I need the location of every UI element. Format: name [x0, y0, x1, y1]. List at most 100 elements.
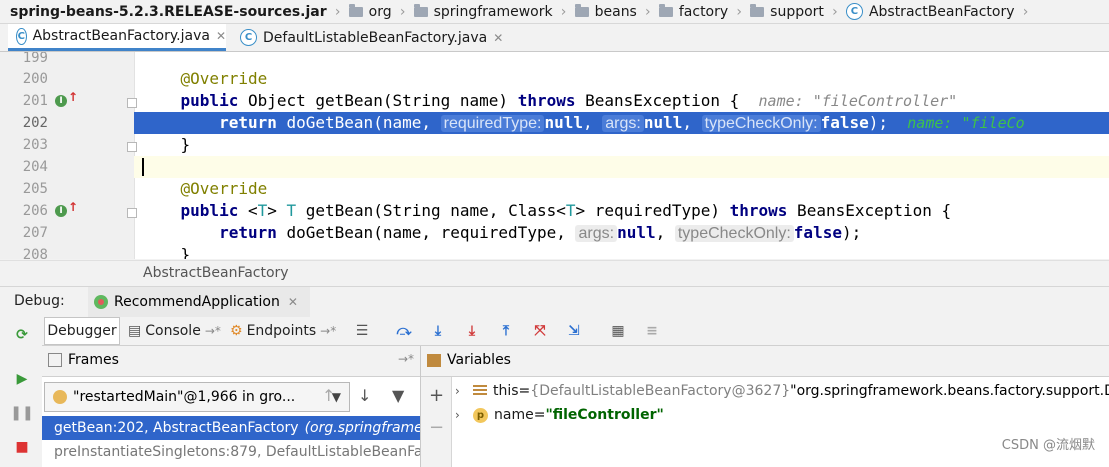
current-line-highlight	[134, 156, 1109, 178]
code-line-201: public Object getBean(String name) throw…	[180, 91, 958, 110]
tab-endpoints[interactable]: ⚙ Endpoints →*	[228, 317, 356, 345]
implements-method-icon[interactable]: I	[55, 95, 67, 107]
fold-marker-icon[interactable]	[127, 98, 137, 108]
line-number: 202	[22, 115, 48, 131]
navigation-breadcrumb: spring-beans-5.2.3.RELEASE-sources.jar ›…	[0, 0, 1109, 24]
chevron-right-icon[interactable]: ›	[455, 384, 473, 398]
breadcrumb-beans[interactable]: beans	[569, 0, 643, 23]
line-number: 206	[22, 203, 48, 219]
code-line-207: return doGetBean(name, requiredType, arg…	[219, 223, 862, 242]
step-out-icon[interactable]: ⤒	[498, 323, 514, 339]
fold-marker-icon[interactable]	[127, 142, 137, 152]
line-number: 199	[22, 52, 48, 66]
chevron-right-icon: ›	[399, 3, 406, 20]
folder-icon	[348, 3, 363, 17]
class-icon: C	[240, 29, 257, 46]
editor-breadcrumb[interactable]: AbstractBeanFactory	[0, 260, 1109, 286]
breadcrumb-jar[interactable]: spring-beans-5.2.3.RELEASE-sources.jar	[0, 0, 333, 23]
frame-row[interactable]: getBean:202, AbstractBeanFactory (org.sp…	[42, 416, 420, 440]
tab-debugger[interactable]: Debugger	[44, 317, 120, 345]
pin-arrow-icon: →*	[204, 324, 221, 338]
param-hint: args:	[575, 225, 618, 242]
folder-icon	[574, 3, 589, 17]
class-icon: C	[845, 3, 863, 20]
evaluate-expression-icon[interactable]: ▦	[610, 323, 626, 339]
add-icon[interactable]: +	[429, 385, 444, 406]
chevron-right-icon: ›	[1022, 3, 1029, 20]
implements-method-icon[interactable]: I	[55, 205, 67, 217]
fold-marker-icon[interactable]	[127, 208, 137, 218]
chevron-right-icon[interactable]: ›	[455, 408, 473, 422]
thread-icon	[53, 390, 67, 404]
remove-icon[interactable]: −	[429, 417, 444, 438]
code-line-208: }	[180, 245, 191, 259]
debug-side-toolbar: ⟳ ▶ ❚❚ ■	[0, 317, 43, 467]
close-icon[interactable]: ✕	[216, 29, 226, 43]
inline-debug-value: name: "fileCo	[907, 114, 1025, 132]
line-number: 203	[22, 137, 48, 153]
breadcrumb-support[interactable]: support	[744, 0, 830, 23]
rerun-icon[interactable]: ⟳	[14, 327, 30, 343]
param-hint: typeCheckOnly:	[701, 115, 821, 132]
variables-side-toolbar: + −	[421, 377, 452, 467]
pin-arrow-icon[interactable]: →*	[398, 352, 414, 366]
breadcrumb-springframework[interactable]: springframework	[408, 0, 559, 23]
filter-icon[interactable]: ▼	[392, 386, 404, 405]
chevron-right-icon: ›	[736, 3, 742, 20]
code-line-202: return doGetBean(name, requiredType: null…	[219, 113, 1025, 132]
step-over-icon[interactable]: ⤼	[396, 323, 412, 339]
chevron-right-icon: ›	[832, 3, 838, 20]
run-to-cursor-icon[interactable]: ⇲	[566, 323, 582, 339]
thread-selector[interactable]: "restartedMain"@1,966 in gro... ▼	[44, 382, 350, 412]
variables-header: Variables	[421, 346, 1109, 377]
trace-icon[interactable]: ≡	[644, 323, 660, 339]
breadcrumb-org[interactable]: org	[343, 0, 398, 23]
folder-icon	[413, 3, 428, 17]
frame-row[interactable]: preInstantiateSingletons:879, DefaultLis…	[42, 440, 420, 464]
endpoints-icon: ⚙	[230, 323, 243, 339]
code-line-200: @Override	[180, 69, 268, 88]
editor-tabs: C AbstractBeanFactory.java ✕ C DefaultLi…	[0, 24, 1109, 52]
arrow-down-icon[interactable]: ↓	[358, 386, 371, 405]
pause-icon[interactable]: ❚❚	[10, 405, 33, 421]
resume-icon[interactable]: ▶	[14, 371, 30, 387]
code-editor[interactable]: 199 200 201 202 203 204 205 206 207 208 …	[0, 52, 1109, 259]
close-icon[interactable]: ✕	[493, 31, 503, 45]
param-hint: args:	[602, 115, 644, 132]
stop-icon[interactable]: ■	[14, 439, 30, 455]
close-icon[interactable]: ✕	[288, 295, 298, 309]
tab-default-listable-bean-factory[interactable]: C DefaultListableBeanFactory.java ✕	[232, 24, 506, 51]
run-config-tab[interactable]: RecommendApplication ✕	[88, 287, 310, 317]
debug-toolwindow-header: Debug: RecommendApplication ✕	[0, 286, 1109, 318]
line-number: 208	[22, 247, 48, 259]
arrow-up-icon[interactable]: ↑	[322, 386, 335, 405]
breadcrumb-class[interactable]: C AbstractBeanFactory	[840, 0, 1021, 23]
line-number: 205	[22, 181, 48, 197]
code-line-205: @Override	[180, 179, 268, 198]
force-step-into-icon[interactable]: ⤓	[464, 323, 480, 339]
pin-arrow-icon: →*	[320, 324, 337, 338]
drop-frame-icon[interactable]: ⤧	[532, 323, 548, 339]
param-hint: requiredType:	[440, 115, 545, 132]
console-icon: ▤	[128, 323, 142, 339]
variables-icon	[427, 354, 441, 367]
watermark: CSDN @流烟默	[1001, 438, 1095, 453]
menu-icon[interactable]: ☰	[354, 323, 370, 339]
step-into-icon[interactable]: ⤓	[430, 323, 446, 339]
line-number: 204	[22, 159, 48, 175]
text-caret	[142, 158, 144, 176]
chevron-right-icon: ›	[560, 3, 567, 20]
chevron-right-icon: ›	[334, 3, 341, 20]
line-number: 207	[22, 225, 48, 241]
code-line-203: }	[180, 135, 191, 154]
override-arrow-icon: ↑	[68, 90, 79, 104]
spring-boot-icon	[94, 295, 108, 309]
frames-icon	[48, 353, 62, 367]
parameter-icon: p	[473, 407, 488, 423]
variable-row-this[interactable]: › this = {DefaultListableBeanFactory@362…	[455, 380, 1109, 402]
frames-panel: Frames →* "restartedMain"@1,966 in gro..…	[42, 346, 421, 467]
variable-row-name[interactable]: › p name = "fileController"	[455, 404, 664, 426]
tab-abstract-bean-factory[interactable]: C AbstractBeanFactory.java ✕	[8, 24, 226, 51]
breadcrumb-factory[interactable]: factory	[653, 0, 734, 23]
field-icon	[473, 384, 487, 398]
